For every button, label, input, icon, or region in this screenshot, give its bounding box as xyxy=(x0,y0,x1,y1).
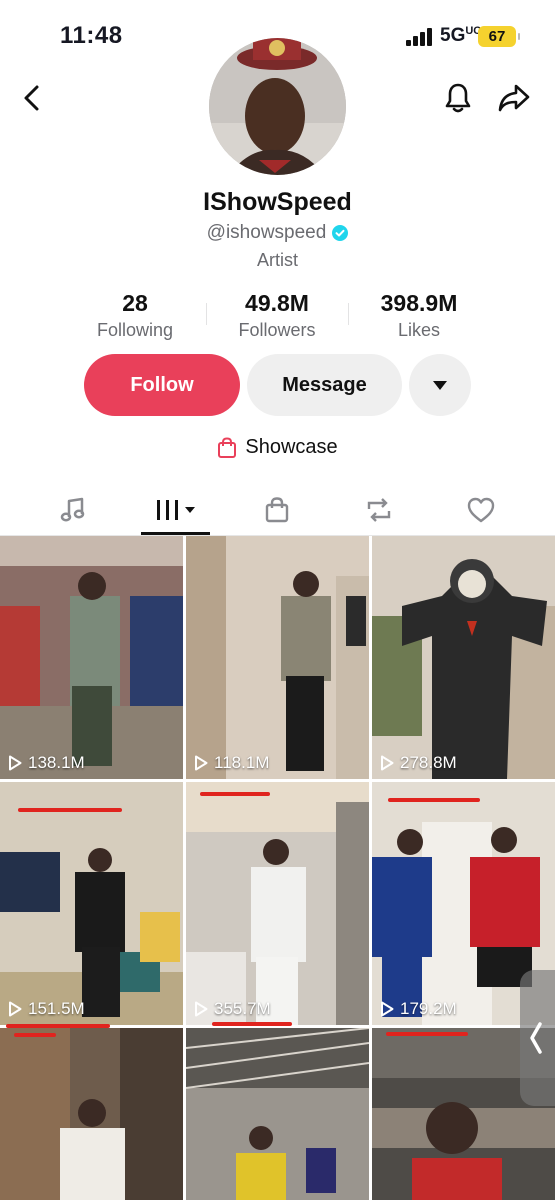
stat-value: 398.9M xyxy=(380,290,458,316)
play-icon xyxy=(381,1001,394,1017)
follow-button[interactable]: Follow xyxy=(84,354,240,416)
profile-category: Artist xyxy=(256,250,298,270)
profile-handle: @ishowspeed xyxy=(206,222,327,243)
back-button[interactable] xyxy=(12,78,52,118)
content-tabs xyxy=(0,482,555,536)
video-thumbnail xyxy=(186,1028,369,1200)
stat-followers[interactable]: 49.8M Followers xyxy=(222,290,332,341)
view-count: 138.1M xyxy=(8,753,85,773)
video-thumbnail xyxy=(0,1028,183,1200)
tab-shop[interactable] xyxy=(247,490,307,530)
avatar[interactable] xyxy=(209,38,346,175)
repost-icon xyxy=(367,498,391,522)
video-tile[interactable]: 355.7M xyxy=(186,782,369,1025)
active-tab-indicator xyxy=(141,532,210,535)
video-thumbnail xyxy=(186,782,369,1025)
annotation-mark xyxy=(18,808,122,812)
divider xyxy=(348,303,349,325)
showcase-link[interactable]: Showcase xyxy=(0,436,555,459)
verified-badge-icon xyxy=(332,225,349,241)
tab-reposts[interactable] xyxy=(349,490,409,530)
shopping-bag-icon xyxy=(218,436,237,458)
tab-music[interactable] xyxy=(43,490,103,530)
chevron-left-icon xyxy=(24,85,39,111)
stat-likes[interactable]: 398.9M Likes xyxy=(362,290,476,341)
video-tile[interactable]: 278.8M xyxy=(372,536,555,779)
video-tile[interactable]: 118.1M xyxy=(186,536,369,779)
annotation-mark xyxy=(212,1022,292,1026)
signal-icon xyxy=(406,28,436,46)
video-thumbnail xyxy=(186,536,369,779)
video-thumbnail xyxy=(0,782,183,1025)
play-icon xyxy=(9,1001,22,1017)
stat-label: Following xyxy=(96,320,174,340)
annotation-mark xyxy=(14,1033,56,1037)
tab-liked[interactable] xyxy=(451,490,511,530)
network-indicator: 5GUC xyxy=(440,25,482,46)
annotation-mark xyxy=(200,792,270,796)
share-arrow-icon xyxy=(498,84,530,112)
play-icon xyxy=(195,1001,208,1017)
view-count: 355.7M xyxy=(194,999,271,1019)
video-grid: 138.1M 118.1M 278.8M 151.5M 355.7M 179.2… xyxy=(0,536,555,1200)
tab-videos[interactable] xyxy=(146,490,206,530)
view-count: 179.2M xyxy=(380,999,457,1019)
play-icon xyxy=(381,755,394,771)
showcase-label: Showcase xyxy=(245,436,338,458)
chevron-left-icon xyxy=(530,1022,542,1054)
grid-videos-icon xyxy=(157,500,195,520)
divider xyxy=(206,303,207,325)
shopping-bag-icon xyxy=(265,497,289,523)
view-count: 118.1M xyxy=(194,753,269,773)
video-tile[interactable] xyxy=(0,1028,183,1200)
heart-icon xyxy=(467,497,495,523)
stat-label: Followers xyxy=(238,320,316,340)
stat-value: 49.8M xyxy=(245,290,309,316)
battery-indicator: 67 xyxy=(478,26,520,47)
bell-icon xyxy=(445,83,471,113)
video-tile[interactable]: 138.1M xyxy=(0,536,183,779)
stat-label: Likes xyxy=(397,320,441,340)
side-drawer-handle[interactable] xyxy=(520,970,555,1106)
play-icon xyxy=(9,755,22,771)
view-count: 278.8M xyxy=(380,753,457,773)
annotation-mark xyxy=(388,798,480,802)
play-icon xyxy=(195,755,208,771)
more-options-button[interactable] xyxy=(409,354,471,416)
profile-name: IShowSpeed xyxy=(203,188,352,216)
video-tile[interactable]: 151.5M xyxy=(0,782,183,1025)
caret-down-icon xyxy=(433,380,447,390)
stat-following[interactable]: 28 Following xyxy=(80,290,190,341)
video-thumbnail xyxy=(0,536,183,779)
music-note-icon xyxy=(60,497,85,522)
notification-button[interactable] xyxy=(438,78,478,118)
status-time: 11:48 xyxy=(60,22,123,49)
video-thumbnail xyxy=(372,536,555,779)
video-tile[interactable] xyxy=(186,1028,369,1200)
message-button[interactable]: Message xyxy=(247,354,402,416)
handle-row: @ishowspeed xyxy=(0,222,555,244)
stat-value: 28 xyxy=(122,290,148,316)
annotation-mark xyxy=(386,1032,468,1036)
annotation-mark xyxy=(6,1024,110,1028)
view-count: 151.5M xyxy=(8,999,85,1019)
share-button[interactable] xyxy=(494,78,534,118)
